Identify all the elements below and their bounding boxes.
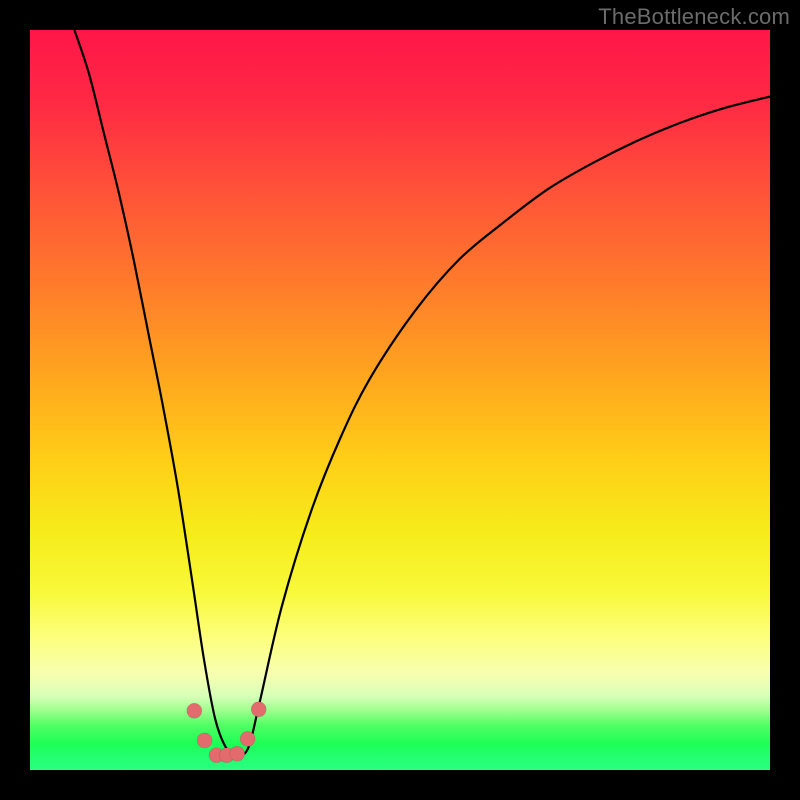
chart-stage: TheBottleneck.com — [0, 0, 800, 800]
marker-layer — [30, 30, 770, 770]
curve-valley-markers — [187, 702, 266, 763]
valley-marker — [230, 746, 245, 761]
watermark-text: TheBottleneck.com — [598, 4, 790, 30]
valley-marker — [240, 731, 255, 746]
valley-marker — [251, 702, 266, 717]
plot-area — [30, 30, 770, 770]
valley-marker — [187, 703, 202, 718]
valley-marker — [197, 733, 212, 748]
